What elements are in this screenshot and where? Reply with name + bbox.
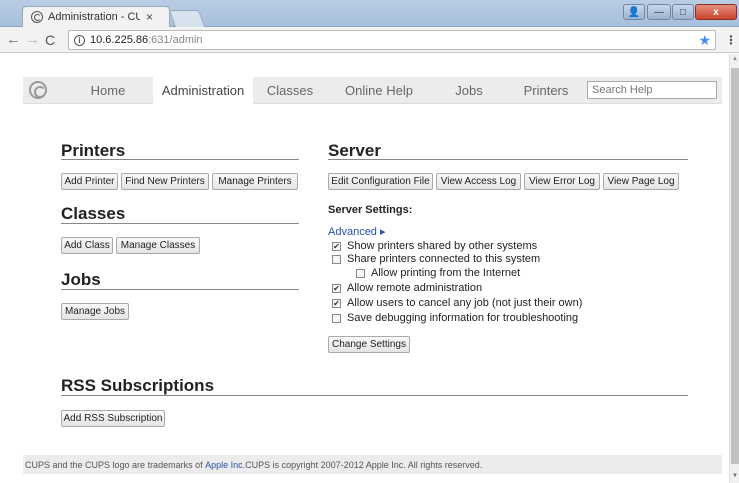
- minimize-button[interactable]: —: [647, 4, 671, 20]
- jobs-heading: Jobs: [61, 270, 101, 289]
- tab-online-help[interactable]: Online Help: [327, 77, 431, 104]
- search-help-input[interactable]: [587, 81, 717, 99]
- footer-suffix: CUPS is copyright 2007-2012 Apple Inc. A…: [245, 459, 483, 470]
- view-access-log-button[interactable]: View Access Log: [436, 173, 521, 190]
- server-divider: [328, 159, 688, 160]
- close-window-button[interactable]: x: [695, 4, 737, 20]
- checkbox-allow-remote-admin[interactable]: ✔: [332, 283, 341, 293]
- apple-inc-link[interactable]: Apple Inc.: [205, 460, 245, 470]
- tab-printers[interactable]: Printers: [507, 77, 585, 104]
- tab-administration[interactable]: Administration: [153, 77, 253, 104]
- option-allow-cancel-any-job[interactable]: ✔ Allow users to cancel any job (not jus…: [332, 297, 582, 309]
- page-content: Home Administration Classes Online Help …: [0, 54, 729, 483]
- find-new-printers-button[interactable]: Find New Printers: [121, 173, 209, 190]
- classes-divider: [61, 223, 299, 224]
- browser-toolbar: ← → C i 10.6.225.86 :631/admin ★ ⋮: [0, 27, 739, 53]
- classes-heading: Classes: [61, 204, 126, 223]
- change-settings-button[interactable]: Change Settings: [328, 336, 410, 353]
- jobs-divider: [61, 289, 299, 290]
- browser-menu-icon[interactable]: ⋮: [725, 33, 737, 47]
- option-show-shared-printers[interactable]: ✔ Show printers shared by other systems: [332, 240, 537, 252]
- info-icon[interactable]: i: [74, 34, 85, 46]
- option-label: Show printers shared by other systems: [347, 240, 538, 252]
- cups-favicon-icon: [31, 11, 43, 23]
- manage-printers-button[interactable]: Manage Printers: [212, 173, 298, 190]
- back-arrow-icon[interactable]: ←: [6, 31, 21, 48]
- page-scrollbar[interactable]: ▲ ▼: [729, 54, 739, 483]
- cups-logo-icon[interactable]: [29, 81, 47, 99]
- page-footer: CUPS and the CUPS logo are trademarks of…: [23, 455, 722, 474]
- new-tab-button[interactable]: [168, 10, 206, 27]
- footer-prefix: CUPS and the CUPS logo are trademarks of: [25, 459, 203, 470]
- option-label: Allow remote administration: [347, 282, 483, 294]
- tab-home[interactable]: Home: [63, 77, 153, 104]
- bookmark-star-icon[interactable]: ★: [698, 32, 711, 49]
- tab-close-icon[interactable]: ×: [146, 10, 153, 24]
- checkbox-save-debugging[interactable]: [332, 313, 341, 323]
- option-label: Share printers connected to this system: [347, 253, 541, 265]
- rss-subscriptions-heading: RSS Subscriptions: [61, 376, 215, 395]
- server-heading: Server: [328, 141, 381, 160]
- view-error-log-button[interactable]: View Error Log: [524, 173, 600, 190]
- forward-arrow-icon[interactable]: →: [25, 31, 40, 48]
- tab-title: Administration - CUPS 1: [48, 11, 140, 23]
- checkbox-show-shared-printers[interactable]: ✔: [332, 241, 341, 251]
- cups-nav-bar: Home Administration Classes Online Help …: [23, 77, 722, 104]
- checkbox-allow-internet-printing[interactable]: [356, 268, 365, 278]
- browser-tab[interactable]: Administration - CUPS 1 ×: [22, 6, 170, 27]
- address-bar[interactable]: i 10.6.225.86 :631/admin ★: [68, 30, 716, 50]
- checkbox-share-printers[interactable]: [332, 254, 341, 264]
- scrollbar-thumb[interactable]: [731, 68, 739, 464]
- manage-classes-button[interactable]: Manage Classes: [116, 237, 200, 254]
- user-icon[interactable]: 👤: [623, 4, 645, 20]
- url-path: :631/admin: [148, 34, 203, 46]
- printers-heading: Printers: [61, 141, 126, 160]
- tab-classes[interactable]: Classes: [253, 77, 327, 104]
- reload-icon[interactable]: C: [45, 32, 55, 48]
- checkbox-allow-cancel-any-job[interactable]: ✔: [332, 298, 341, 308]
- title-bar: Administration - CUPS 1 × 👤 — □ x: [0, 0, 739, 27]
- edit-configuration-file-button[interactable]: Edit Configuration File: [328, 173, 433, 190]
- server-settings-title: Server Settings:: [328, 204, 413, 216]
- printers-divider: [61, 159, 299, 160]
- view-page-log-button[interactable]: View Page Log: [603, 173, 679, 190]
- option-save-debugging[interactable]: Save debugging information for troublesh…: [332, 312, 578, 324]
- advanced-link[interactable]: Advanced ▸: [328, 225, 386, 238]
- add-rss-subscription-button[interactable]: Add RSS Subscription: [61, 410, 165, 427]
- tab-jobs[interactable]: Jobs: [431, 77, 507, 104]
- manage-jobs-button[interactable]: Manage Jobs: [61, 303, 129, 320]
- url-host: 10.6.225.86: [90, 34, 149, 46]
- option-allow-remote-admin[interactable]: ✔ Allow remote administration: [332, 282, 482, 294]
- maximize-button[interactable]: □: [672, 4, 694, 20]
- rss-divider: [61, 395, 688, 396]
- add-class-button[interactable]: Add Class: [61, 237, 113, 254]
- add-printer-button[interactable]: Add Printer: [61, 173, 118, 190]
- option-label: Allow printing from the Internet: [371, 267, 521, 279]
- scroll-down-arrow-icon[interactable]: ▼: [732, 473, 738, 479]
- option-allow-internet-printing[interactable]: Allow printing from the Internet: [356, 267, 520, 279]
- option-label: Save debugging information for troublesh…: [347, 312, 579, 324]
- option-label: Allow users to cancel any job (not just …: [347, 297, 583, 309]
- option-share-printers[interactable]: Share printers connected to this system: [332, 253, 540, 265]
- scroll-up-arrow-icon[interactable]: ▲: [732, 56, 738, 62]
